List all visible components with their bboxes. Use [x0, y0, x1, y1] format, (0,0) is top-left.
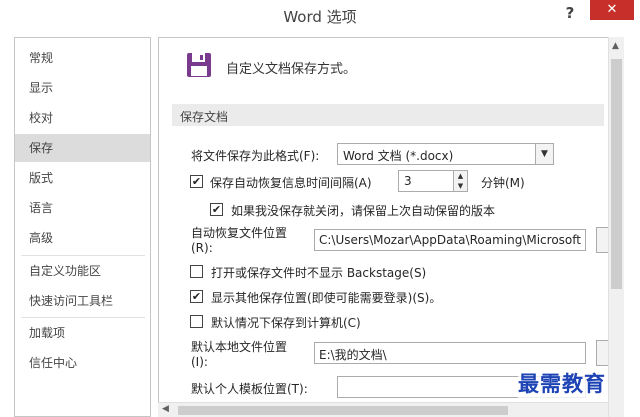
sidebar-divider	[21, 255, 145, 256]
sidebar-item-trust-center[interactable]: 信任中心	[15, 349, 150, 377]
options-sidebar: 常规 显示 校对 保存 版式 语言 高级 自定义功能区 快速访问工具栏 加载项 …	[14, 37, 151, 417]
keep-last-version-checkbox[interactable]: ✔	[210, 203, 223, 216]
no-backstage-checkbox[interactable]	[190, 265, 203, 278]
browse-autorecover-button[interactable]	[596, 227, 608, 253]
sidebar-item-addins[interactable]: 加载项	[15, 319, 150, 347]
help-button[interactable]: ?	[560, 4, 580, 24]
show-other-locations-label: 显示其他保存位置(即使可能需要登录)(S)。	[211, 291, 442, 305]
spin-up-icon[interactable]: ▲	[454, 171, 467, 181]
sidebar-item-customize-ribbon[interactable]: 自定义功能区	[15, 257, 150, 285]
autorecover-minutes-value: 3	[404, 174, 412, 188]
section-description: 自定义文档保存方式。	[226, 62, 357, 77]
autorecover-minutes-spinner[interactable]: 3 ▲ ▼	[398, 170, 468, 192]
autorecover-location-value: C:\Users\Mozar\AppData\Roaming\Microsoft	[319, 233, 581, 247]
template-location-label: 默认个人模板位置(T):	[191, 382, 308, 396]
vertical-scroll-thumb[interactable]	[611, 59, 622, 289]
chevron-down-icon[interactable]: ▼	[535, 144, 553, 164]
sidebar-item-language[interactable]: 语言	[15, 194, 150, 222]
browse-local-button[interactable]	[596, 340, 608, 366]
save-disk-icon	[186, 52, 212, 78]
save-to-computer-label: 默认情况下保存到计算机(C)	[211, 316, 361, 330]
autorecover-location-label: 自动恢复文件位置	[191, 226, 288, 240]
autorecover-location-accel: (R):	[191, 241, 213, 255]
sidebar-item-display[interactable]: 显示	[15, 74, 150, 102]
autorecover-location-input[interactable]: C:\Users\Mozar\AppData\Roaming\Microsoft	[314, 229, 586, 251]
local-location-value: E:\我的文档\	[319, 348, 387, 362]
close-button[interactable]: ✕	[590, 0, 634, 20]
vertical-scrollbar[interactable]: ▲	[608, 37, 624, 417]
group-title: 保存文档	[180, 110, 229, 124]
scroll-up-icon[interactable]: ▲	[612, 41, 619, 51]
show-other-locations-checkbox[interactable]: ✔	[190, 290, 203, 303]
keep-last-version-label: 如果我没保存就关闭，请保留上次自动保留的版本	[231, 204, 496, 218]
group-header-save-documents: 保存文档	[172, 104, 604, 126]
window-title: Word 选项	[283, 8, 357, 26]
title-bar: Word 选项 ? ✕	[0, 0, 640, 31]
sidebar-item-save[interactable]: 保存	[15, 134, 150, 162]
sidebar-item-quick-access[interactable]: 快速访问工具栏	[15, 287, 150, 315]
sidebar-item-advanced[interactable]: 高级	[15, 224, 150, 252]
sidebar-divider	[21, 317, 145, 318]
save-format-value: Word 文档 (*.docx)	[343, 149, 454, 163]
local-location-label: 默认本地文件位置	[191, 340, 288, 354]
autorecover-label: 保存自动恢复信息时间间隔(A)	[210, 176, 372, 190]
no-backstage-label: 打开或保存文件时不显示 Backstage(S)	[211, 266, 427, 280]
local-location-input[interactable]: E:\我的文档\	[314, 342, 586, 364]
autorecover-checkbox[interactable]: ✔	[190, 175, 203, 188]
save-to-computer-checkbox[interactable]	[190, 315, 203, 328]
watermark-text: 最需教育	[518, 368, 606, 398]
sidebar-item-general[interactable]: 常规	[15, 44, 150, 72]
horizontal-scrollbar[interactable]: ◀	[158, 402, 608, 417]
sidebar-item-proofing[interactable]: 校对	[15, 104, 150, 132]
scroll-left-icon[interactable]: ◀	[162, 404, 169, 414]
save-format-label: 将文件保存为此格式(F):	[191, 149, 320, 163]
local-location-accel: (I):	[191, 355, 208, 369]
minutes-label: 分钟(M)	[481, 176, 525, 190]
horizontal-scroll-thumb[interactable]	[178, 406, 508, 415]
save-format-dropdown[interactable]: Word 文档 (*.docx) ▼	[337, 143, 554, 165]
sidebar-item-layout[interactable]: 版式	[15, 164, 150, 192]
spin-down-icon[interactable]: ▼	[454, 181, 467, 191]
